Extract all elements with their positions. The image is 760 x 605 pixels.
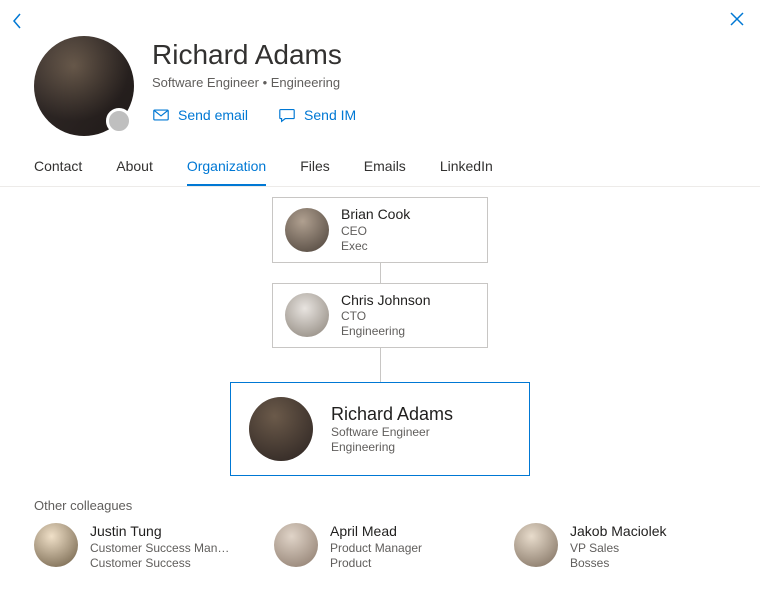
org-connector — [380, 348, 381, 382]
send-im-label: Send IM — [304, 107, 356, 123]
colleague-name: Jakob Maciolek — [570, 523, 667, 541]
org-name: Brian Cook — [341, 206, 410, 224]
org-name: Richard Adams — [331, 403, 453, 426]
avatar-image — [249, 397, 313, 461]
avatar-image — [285, 208, 329, 252]
org-dept: Exec — [341, 239, 410, 254]
send-email-button[interactable]: Send email — [152, 106, 248, 124]
avatar-image — [285, 293, 329, 337]
org-role: Software Engineer — [331, 425, 453, 440]
avatar[interactable] — [34, 36, 134, 136]
org-role: CTO — [341, 309, 431, 324]
chevron-left-icon — [12, 13, 22, 29]
presence-indicator — [106, 108, 132, 134]
colleague-card[interactable]: April Mead Product Manager Product — [274, 523, 486, 571]
colleagues-heading: Other colleagues — [34, 498, 726, 513]
org-card-current[interactable]: Richard Adams Software Engineer Engineer… — [230, 382, 530, 476]
org-connector — [380, 263, 381, 283]
avatar-image — [274, 523, 318, 567]
colleague-role: VP Sales — [570, 541, 667, 556]
send-im-button[interactable]: Send IM — [278, 106, 356, 124]
profile-header: Richard Adams Software Engineer • Engine… — [0, 32, 760, 136]
avatar-image — [514, 523, 558, 567]
avatar-image — [34, 523, 78, 567]
colleague-role: Customer Success Man… — [90, 541, 229, 556]
back-button[interactable] — [10, 10, 24, 32]
colleague-card[interactable]: Jakob Maciolek VP Sales Bosses — [514, 523, 726, 571]
org-tree: Brian Cook CEO Exec Chris Johnson CTO En… — [34, 197, 726, 476]
colleague-name: Justin Tung — [90, 523, 229, 541]
tab-organization[interactable]: Organization — [187, 158, 266, 186]
colleague-dept: Product — [330, 556, 422, 571]
colleagues-list: Justin Tung Customer Success Man… Custom… — [34, 523, 726, 571]
tab-contact[interactable]: Contact — [34, 158, 82, 186]
org-card-manager-1[interactable]: Chris Johnson CTO Engineering — [272, 283, 488, 349]
org-dept: Engineering — [331, 440, 453, 455]
colleague-name: April Mead — [330, 523, 422, 541]
chat-icon — [278, 106, 296, 124]
org-role: CEO — [341, 224, 410, 239]
tab-linkedin[interactable]: LinkedIn — [440, 158, 493, 186]
send-email-label: Send email — [178, 107, 248, 123]
org-name: Chris Johnson — [341, 292, 431, 310]
person-subtitle: Software Engineer • Engineering — [152, 75, 356, 90]
org-dept: Engineering — [341, 324, 431, 339]
colleague-dept: Bosses — [570, 556, 667, 571]
mail-icon — [152, 106, 170, 124]
close-button[interactable] — [728, 10, 746, 28]
tab-emails[interactable]: Emails — [364, 158, 406, 186]
person-name: Richard Adams — [152, 40, 356, 71]
tab-bar: Contact About Organization Files Emails … — [0, 136, 760, 187]
org-card-manager-2[interactable]: Brian Cook CEO Exec — [272, 197, 488, 263]
close-icon — [730, 12, 744, 26]
colleague-dept: Customer Success — [90, 556, 229, 571]
content-area: Brian Cook CEO Exec Chris Johnson CTO En… — [0, 187, 760, 604]
colleague-card[interactable]: Justin Tung Customer Success Man… Custom… — [34, 523, 246, 571]
tab-about[interactable]: About — [116, 158, 153, 186]
tab-files[interactable]: Files — [300, 158, 330, 186]
colleague-role: Product Manager — [330, 541, 422, 556]
